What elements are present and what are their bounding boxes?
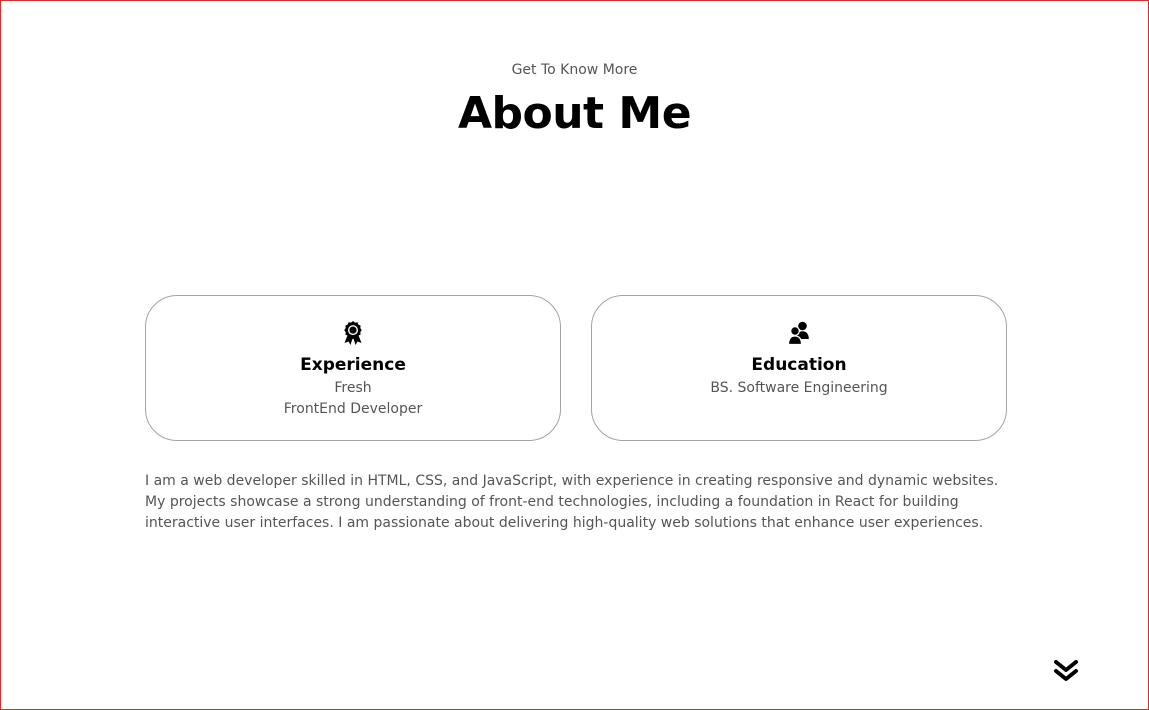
experience-role: FrontEnd Developer bbox=[283, 401, 423, 417]
scroll-down-button[interactable] bbox=[1053, 658, 1079, 684]
double-chevron-down-icon bbox=[1053, 660, 1079, 688]
section-title: About Me bbox=[457, 88, 692, 139]
education-title: Education bbox=[751, 355, 847, 375]
experience-title: Experience bbox=[300, 355, 406, 375]
education-degree: BS. Software Engineering bbox=[710, 380, 888, 396]
about-section: Get To Know More About Me Experience Fre… bbox=[0, 0, 1149, 710]
award-ribbon-icon bbox=[341, 320, 365, 346]
experience-level: Fresh bbox=[334, 380, 372, 396]
experience-card: Experience Fresh FrontEnd Developer bbox=[145, 295, 561, 441]
education-card: Education BS. Software Engineering bbox=[591, 295, 1007, 441]
users-icon bbox=[787, 320, 811, 346]
section-subtitle: Get To Know More bbox=[511, 62, 638, 78]
bio-paragraph: I am a web developer skilled in HTML, CS… bbox=[145, 473, 999, 531]
